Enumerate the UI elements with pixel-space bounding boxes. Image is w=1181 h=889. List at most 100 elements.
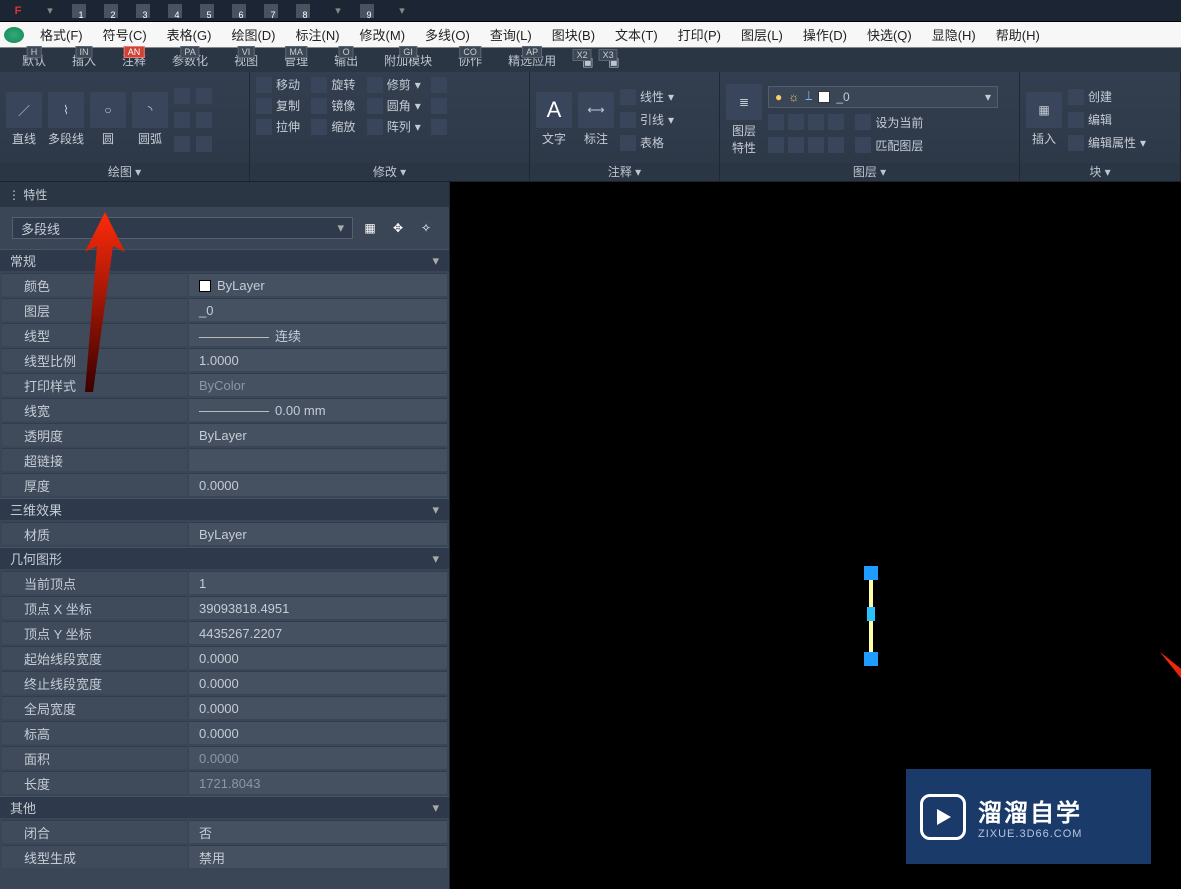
- drawing-canvas[interactable]: 溜溜自学 ZIXUE.3D66.COM: [450, 182, 1181, 889]
- ribbon-title-draw[interactable]: 绘图 ▾: [0, 163, 249, 181]
- btn-copy[interactable]: 复制: [276, 97, 300, 114]
- draw-extra-2-icon[interactable]: [174, 112, 190, 128]
- menu-modify[interactable]: 修改(M): [350, 21, 416, 48]
- props-quick-select-icon[interactable]: ✧: [415, 217, 437, 239]
- btn-mirror[interactable]: 镜像: [331, 97, 355, 114]
- setcurrent-icon[interactable]: [855, 114, 871, 130]
- menu-hide[interactable]: 显隐(H): [922, 21, 986, 48]
- btn-block-create[interactable]: 创建: [1088, 88, 1112, 105]
- props-select-objects-icon[interactable]: ✥: [387, 217, 409, 239]
- layer-combo[interactable]: ● ☼ ⟘ _0 ▾: [768, 86, 998, 108]
- btn-block-edit[interactable]: 编辑: [1088, 111, 1112, 128]
- btn-move[interactable]: 移动: [276, 76, 300, 93]
- ribbon-title-block[interactable]: 块 ▾: [1020, 163, 1180, 181]
- btn-scale[interactable]: 缩放: [331, 118, 355, 135]
- qat-1[interactable]: 1: [68, 2, 96, 20]
- prop-ltscale-value[interactable]: 1.0000: [189, 348, 447, 371]
- qat-5[interactable]: 5: [196, 2, 224, 20]
- prop-length-value[interactable]: 1721.8043: [189, 771, 447, 794]
- create-icon[interactable]: [1068, 89, 1084, 105]
- layer-b1-icon[interactable]: [768, 114, 784, 130]
- layer-b4-icon[interactable]: [828, 114, 844, 130]
- tab-default[interactable]: H默认: [10, 49, 58, 72]
- qat-2[interactable]: 2: [100, 2, 128, 20]
- menu-table[interactable]: 表格(G): [157, 21, 222, 48]
- tab-featured[interactable]: AP精选应用: [496, 49, 568, 72]
- leader-icon[interactable]: [620, 112, 636, 128]
- tab-annotate[interactable]: AN注释: [110, 49, 158, 72]
- layer-b3-icon[interactable]: [808, 114, 824, 130]
- prop-vertex-value[interactable]: 1: [189, 571, 447, 594]
- btn-rotate[interactable]: 旋转: [331, 76, 355, 93]
- tab-x3[interactable]: X3▣: [596, 52, 620, 72]
- linear-icon[interactable]: [620, 89, 636, 105]
- edit-icon[interactable]: [1068, 112, 1084, 128]
- btn-array[interactable]: 阵列: [387, 118, 411, 135]
- btn-linear[interactable]: 线性: [640, 88, 664, 105]
- tab-x2[interactable]: X2▣: [570, 52, 594, 72]
- btn-arc[interactable]: ◝圆弧: [132, 76, 168, 163]
- mod-ex-1-icon[interactable]: [431, 77, 447, 93]
- section-3d[interactable]: 三维效果: [0, 498, 449, 520]
- prop-elev-value[interactable]: 0.0000: [189, 721, 447, 744]
- layer-c3-icon[interactable]: [808, 137, 824, 153]
- editattr-icon[interactable]: [1068, 135, 1084, 151]
- draw-extra-3-icon[interactable]: [174, 136, 190, 152]
- prop-area-value[interactable]: 0.0000: [189, 746, 447, 769]
- menu-query[interactable]: 查询(L): [480, 21, 542, 48]
- section-other[interactable]: 其他: [0, 796, 449, 818]
- qat-8[interactable]: 8: [292, 2, 320, 20]
- mod-ex-3-icon[interactable]: [431, 119, 447, 135]
- prop-material-value[interactable]: ByLayer: [189, 522, 447, 545]
- prop-vx-value[interactable]: 39093818.4951: [189, 596, 447, 619]
- btn-stretch[interactable]: 拉伸: [276, 118, 300, 135]
- menu-mline[interactable]: 多线(O): [415, 21, 480, 48]
- draw-extra-4-icon[interactable]: [196, 88, 212, 104]
- btn-leader[interactable]: 引线: [640, 111, 664, 128]
- draw-extra-1-icon[interactable]: [174, 88, 190, 104]
- qat-3[interactable]: 3: [132, 2, 160, 20]
- prop-layer-value[interactable]: _0: [189, 298, 447, 321]
- ribbon-title-annot[interactable]: 注释 ▾: [530, 163, 719, 181]
- rotate-icon[interactable]: [311, 77, 327, 93]
- mod-ex-2-icon[interactable]: [431, 98, 447, 114]
- tab-addins[interactable]: GI附加模块: [372, 49, 444, 72]
- menu-block[interactable]: 图块(B): [542, 21, 605, 48]
- btn-dimension[interactable]: ⟷标注: [578, 76, 614, 163]
- menu-help[interactable]: 帮助(H): [986, 21, 1050, 48]
- section-geometry[interactable]: 几何图形: [0, 547, 449, 569]
- scale-icon[interactable]: [311, 119, 327, 135]
- menu-layer[interactable]: 图层(L): [731, 21, 793, 48]
- btn-line[interactable]: ／直线: [6, 76, 42, 163]
- prop-linetype-value[interactable]: 连续: [189, 323, 447, 346]
- prop-lineweight-value[interactable]: 0.00 mm: [189, 398, 447, 421]
- mirror-icon[interactable]: [311, 98, 327, 114]
- btn-layer-props[interactable]: ≣图层 特性: [726, 76, 762, 163]
- qat-7[interactable]: 7: [260, 2, 288, 20]
- prop-color-value[interactable]: ByLayer: [189, 273, 447, 296]
- layer-c2-icon[interactable]: [788, 137, 804, 153]
- array-icon[interactable]: [367, 119, 383, 135]
- tb-dropdown-icon-2[interactable]: ▾: [324, 2, 352, 20]
- btn-insert-block[interactable]: ▦插入: [1026, 76, 1062, 163]
- menu-text[interactable]: 文本(T): [605, 21, 668, 48]
- draw-extra-6-icon[interactable]: [196, 136, 212, 152]
- ribbon-title-layer[interactable]: 图层 ▾: [720, 163, 1019, 181]
- layer-c4-icon[interactable]: [828, 137, 844, 153]
- grip-mid[interactable]: [867, 607, 875, 621]
- prop-closed-value[interactable]: 否: [189, 820, 447, 843]
- btn-block-editattr[interactable]: 编辑属性: [1088, 134, 1136, 151]
- btn-match-layer[interactable]: 匹配图层: [875, 137, 923, 154]
- menu-operation[interactable]: 操作(D): [793, 21, 857, 48]
- prop-thickness-value[interactable]: 0.0000: [189, 473, 447, 496]
- tab-parametric[interactable]: PA参数化: [160, 49, 220, 72]
- layer-c1-icon[interactable]: [768, 137, 784, 153]
- prop-hyperlink-value[interactable]: [189, 448, 447, 471]
- qat-6[interactable]: 6: [228, 2, 256, 20]
- btn-circle[interactable]: ○圆: [90, 76, 126, 163]
- tab-manage[interactable]: MA管理: [272, 49, 320, 72]
- prop-ltgen-value[interactable]: 禁用: [189, 845, 447, 868]
- fillet-icon[interactable]: [367, 98, 383, 114]
- menu-draw[interactable]: 绘图(D): [221, 21, 285, 48]
- menu-app-icon[interactable]: [4, 27, 24, 43]
